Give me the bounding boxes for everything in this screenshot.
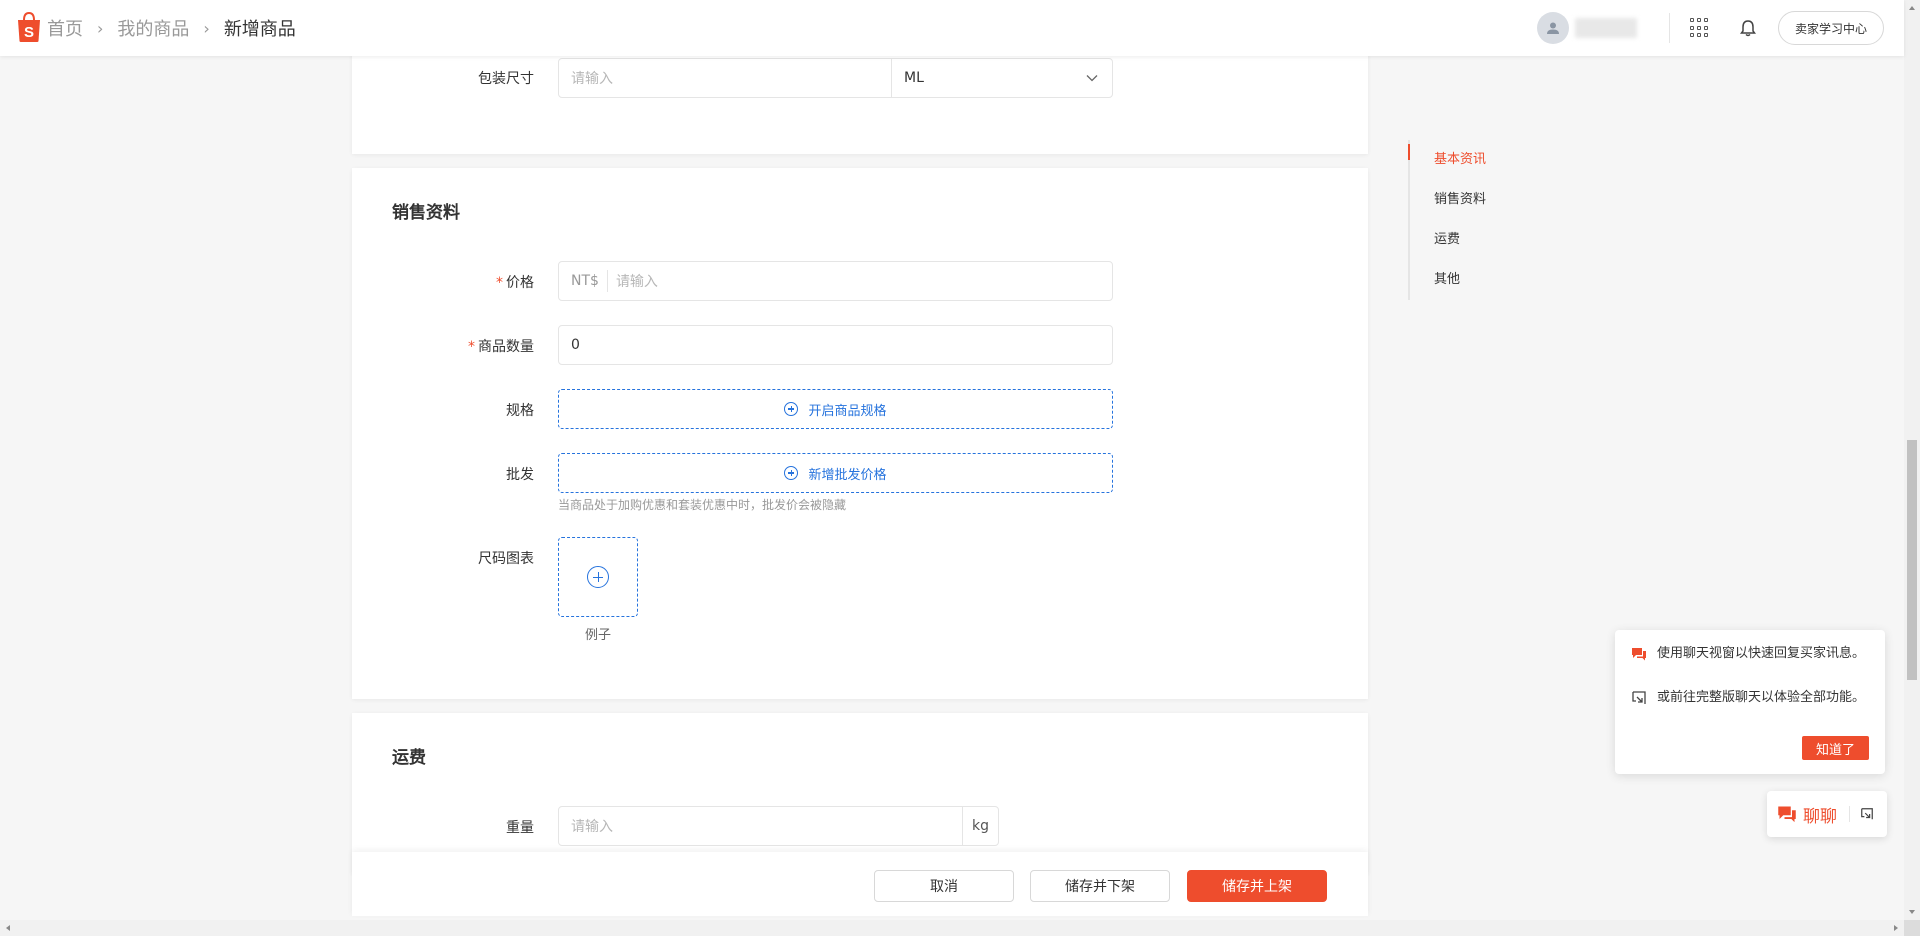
size-chart-upload[interactable] [558, 537, 638, 617]
apps-grid-icon[interactable] [1689, 18, 1710, 38]
unit-select-value: ML [904, 70, 924, 86]
shipping-title: 运费 [392, 748, 426, 768]
anchor-sales-info[interactable]: 销售资料 [1410, 180, 1528, 220]
scroll-down-arrow-icon[interactable] [1904, 906, 1920, 918]
chat-bubble-icon [1778, 806, 1796, 823]
size-chart-label: 尺码图表 [478, 551, 534, 567]
section-anchor-nav: 基本资讯 销售资料 运费 其他 [1408, 140, 1528, 300]
top-header: S 首页 › 我的商品 › 新增商品 卖家学习中心 [0, 0, 1904, 56]
save-and-delist-button[interactable]: 储存并下架 [1030, 870, 1170, 902]
weight-unit: kg [962, 807, 998, 845]
price-input[interactable]: NT$ 请输入 [558, 261, 1113, 301]
quantity-label: * 商品数量 [468, 339, 534, 355]
sales-info-card: 销售资料 * 价格 NT$ 请输入 * 商品数量 0 规格 开启商品规格 批发 新增… [352, 168, 1368, 699]
bottom-action-bar: 取消 储存并下架 储存并上架 [352, 852, 1368, 916]
wholesale-label: 批发 [506, 467, 534, 483]
add-circle-icon [784, 402, 799, 416]
scroll-left-arrow-icon[interactable] [2, 920, 14, 936]
scrollbar-corner [1904, 920, 1920, 936]
package-size-placeholder: 请输入 [571, 71, 613, 87]
chat-tip-popover: 使用聊天视窗以快速回复买家讯息。 或前往完整版聊天以体验全部功能。 知道了 [1615, 630, 1885, 774]
scroll-right-arrow-icon[interactable] [1890, 920, 1902, 936]
divider [1849, 806, 1850, 822]
vertical-scrollbar-thumb[interactable] [1907, 440, 1917, 680]
unit-select[interactable]: ML [891, 58, 1113, 98]
popout-icon [1632, 691, 1646, 704]
anchor-shipping[interactable]: 运费 [1410, 220, 1528, 260]
breadcrumb-my-products[interactable]: 我的商品 [117, 15, 189, 41]
chevron-right-icon: › [203, 18, 210, 38]
price-label-text: 价格 [506, 275, 534, 291]
package-size-label: 包装尺寸 [478, 71, 534, 87]
cancel-button[interactable]: 取消 [874, 870, 1014, 902]
weight-label: 重量 [506, 820, 534, 836]
package-card: 包装尺寸 请输入 ML [352, 40, 1368, 154]
chat-launcher[interactable]: 聊聊 [1767, 791, 1887, 837]
chat-tip-line-2: 或前往完整版聊天以体验全部功能。 [1631, 690, 1871, 706]
chat-launcher-label: 聊聊 [1803, 806, 1837, 827]
username-blurred[interactable] [1574, 18, 1637, 38]
breadcrumb-add-product: 新增商品 [223, 19, 296, 40]
weight-input[interactable]: 请输入 kg [558, 806, 999, 846]
save-and-publish-button[interactable]: 储存并上架 [1187, 870, 1327, 902]
add-wholesale-price-button[interactable]: 新增批发价格 [558, 453, 1113, 493]
got-it-button[interactable]: 知道了 [1801, 736, 1869, 760]
scroll-up-arrow-icon[interactable] [1904, 2, 1920, 14]
quantity-label-text: 商品数量 [478, 339, 534, 355]
price-label: * 价格 [496, 275, 534, 291]
enable-variation-button[interactable]: 开启商品规格 [558, 389, 1113, 429]
anchor-others[interactable]: 其他 [1410, 260, 1528, 300]
chat-tip-text-2: 或前往完整版聊天以体验全部功能。 [1657, 690, 1866, 705]
add-circle-icon [784, 466, 799, 480]
breadcrumb-home[interactable]: 首页 [47, 15, 83, 41]
chat-tip-line-1: 使用聊天视窗以快速回复买家讯息。 [1631, 646, 1871, 662]
breadcrumb: 首页 › 我的商品 › 新增商品 [47, 0, 296, 56]
svg-text:S: S [24, 24, 34, 41]
horizontal-scrollbar[interactable] [0, 920, 1904, 936]
variation-label: 规格 [506, 403, 534, 419]
anchor-basic-info[interactable]: 基本资讯 [1408, 140, 1528, 180]
vertical-scrollbar[interactable] [1904, 0, 1920, 920]
quantity-value: 0 [571, 337, 580, 353]
shipping-card: 运费 重量 请输入 kg [352, 713, 1368, 873]
package-size-input[interactable]: 请输入 [558, 58, 892, 98]
add-circle-icon [587, 566, 609, 588]
quantity-input[interactable]: 0 [558, 325, 1113, 365]
bell-icon[interactable] [1738, 18, 1758, 38]
add-wholesale-label: 新增批发价格 [808, 467, 887, 483]
enable-variation-label: 开启商品规格 [808, 403, 887, 419]
chat-tip-text-1: 使用聊天视窗以快速回复买家讯息。 [1657, 646, 1866, 661]
wholesale-hint: 当商品处于加购优惠和套装优惠中时，批发价会被隐藏 [558, 498, 847, 512]
price-placeholder: 请输入 [615, 274, 658, 290]
currency-prefix: NT$ [559, 270, 608, 292]
chat-bubble-icon [1632, 648, 1646, 661]
popout-icon[interactable] [1860, 807, 1874, 821]
shopee-logo[interactable]: S [15, 11, 43, 43]
sales-info-title: 销售资料 [392, 203, 460, 223]
size-chart-example-link[interactable]: 例子 [558, 624, 638, 643]
user-icon [1546, 22, 1559, 34]
chevron-down-icon [1086, 75, 1098, 82]
seller-learning-center-button[interactable]: 卖家学习中心 [1777, 11, 1884, 45]
weight-placeholder: 请输入 [571, 819, 613, 835]
divider [1668, 13, 1670, 43]
avatar[interactable] [1536, 12, 1569, 44]
chevron-right-icon: › [97, 18, 104, 38]
